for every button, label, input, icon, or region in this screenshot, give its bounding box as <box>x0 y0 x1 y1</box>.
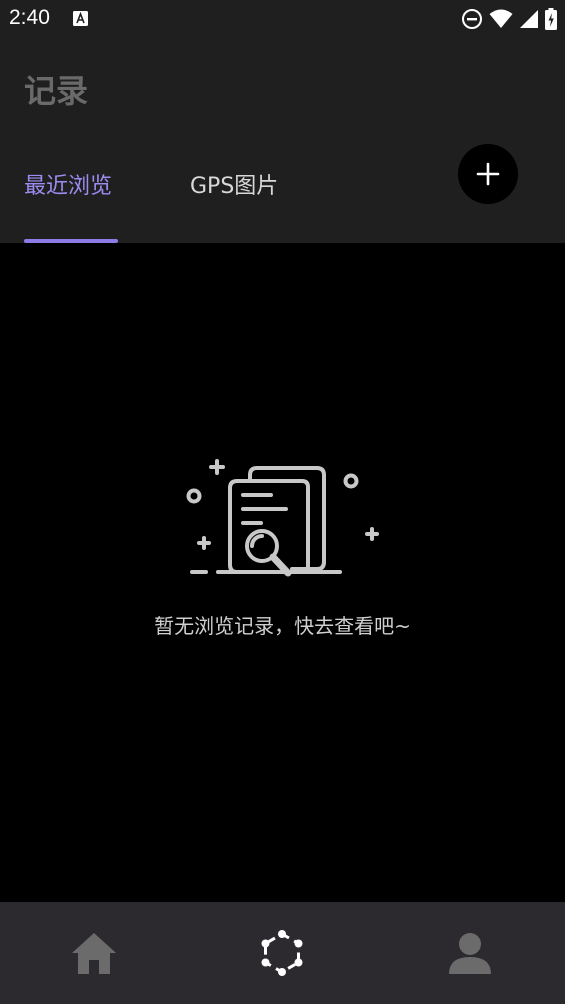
notification-a-icon <box>73 11 88 26</box>
documents-search-icon <box>186 459 379 577</box>
page-title: 记录 <box>24 72 89 110</box>
add-button[interactable] <box>458 144 518 204</box>
hexagon-nodes-icon <box>261 930 303 976</box>
home-icon <box>72 933 116 974</box>
do-not-disturb-icon <box>462 9 482 29</box>
status-icons <box>461 7 557 31</box>
nav-item-home[interactable] <box>69 928 119 978</box>
header: 记录 最近浏览 GPS图片 <box>0 38 565 243</box>
signal-icon <box>520 10 538 28</box>
nav-item-profile[interactable] <box>445 928 495 978</box>
plus-icon <box>476 162 500 186</box>
profile-icon <box>449 933 491 974</box>
battery-icon <box>545 8 557 30</box>
status-bar: 2:40 <box>0 0 565 38</box>
nav-item-discover[interactable] <box>257 928 307 978</box>
bottom-nav <box>0 902 565 1004</box>
tab-recent-browsing[interactable]: 最近浏览 <box>24 168 112 200</box>
status-time: 2:40 <box>9 6 50 29</box>
tab-gps-photos[interactable]: GPS图片 <box>190 168 278 200</box>
empty-state-message: 暂无浏览记录，快去查看吧~ <box>154 614 411 638</box>
content-area: 暂无浏览记录，快去查看吧~ <box>0 243 565 902</box>
wifi-icon <box>489 9 513 28</box>
